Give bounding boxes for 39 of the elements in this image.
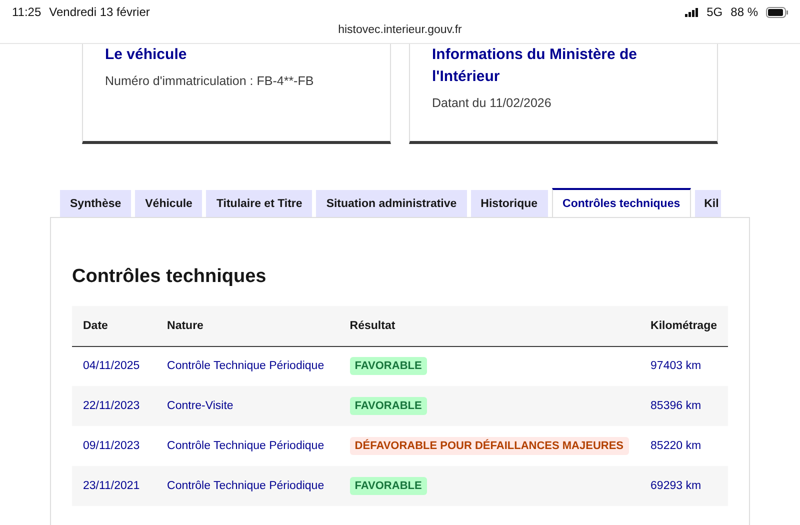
mileage-cell: 85220 km <box>640 426 728 466</box>
column-header: Kilométrage <box>640 306 728 346</box>
card-text: Datant du 11/02/2026 <box>432 96 552 110</box>
column-header: Date <box>72 306 156 346</box>
tab[interactable]: Synthèse <box>60 190 132 217</box>
mileage-cell: 97403 km <box>640 346 728 386</box>
date-cell: 09/11/2023 <box>72 426 156 466</box>
date-cell: 22/11/2023 <box>72 386 156 426</box>
battery-label: 88 % <box>730 5 758 19</box>
tab[interactable]: Kil <box>695 190 721 217</box>
nature-cell: Contrôle Technique Périodique <box>156 466 339 506</box>
date-cell: 23/11/2021 <box>72 466 156 506</box>
card-title[interactable]: Le véhicule <box>105 44 368 66</box>
nature-cell: Contrôle Technique Périodique <box>156 426 339 466</box>
tab[interactable]: Véhicule <box>135 190 202 217</box>
card-title[interactable]: Informations du Ministère de l'Intérieur <box>432 44 695 88</box>
card-text: Numéro d'immatriculation : FB-4**-FB <box>105 74 315 88</box>
network-label: 5G <box>706 5 723 19</box>
date: Vendredi 13 février <box>49 5 150 19</box>
column-header: Nature <box>156 306 339 346</box>
tab[interactable]: Situation administrative <box>316 190 467 217</box>
result-badge: FAVORABLE <box>350 397 427 415</box>
battery-icon <box>766 6 788 18</box>
nature-cell: Contre-Visite <box>156 386 339 426</box>
mileage-cell: 69293 km <box>640 466 728 506</box>
section-title: Contrôles techniques <box>72 266 268 288</box>
result-badge: FAVORABLE <box>350 477 427 495</box>
tab[interactable]: Contrôles techniques <box>552 188 692 217</box>
date-cell: 04/11/2025 <box>72 346 156 386</box>
time: 11:25 <box>12 5 42 19</box>
url-text[interactable]: histovec.interieur.gouv.fr <box>12 24 788 36</box>
signal-icon <box>684 8 699 16</box>
mileage-cell: 85396 km <box>640 386 728 426</box>
column-header: Résultat <box>338 306 640 346</box>
nature-cell: Contrôle Technique Périodique <box>156 346 339 386</box>
tab[interactable]: Historique <box>470 190 548 217</box>
result-badge: FAVORABLE <box>350 357 427 376</box>
tab[interactable]: Titulaire et Titre <box>206 190 312 217</box>
result-badge: DÉFAVORABLE POUR DÉFAILLANCES MAJEURES <box>350 437 629 455</box>
